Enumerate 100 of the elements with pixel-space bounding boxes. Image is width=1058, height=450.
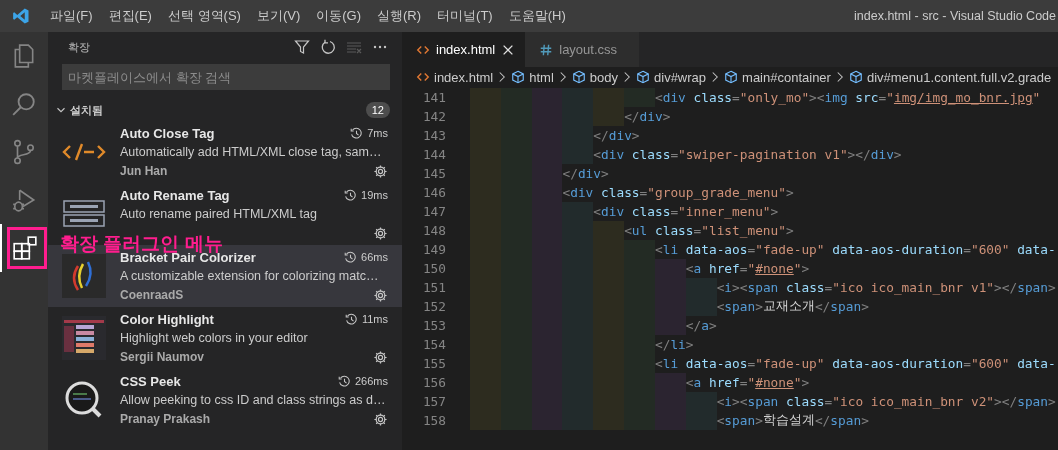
extension-description: Allow peeking to css ID and class strings as d… xyxy=(120,391,387,409)
breadcrumb-item[interactable]: div#menu1.content.full.v2.grade xyxy=(848,69,1052,85)
app-logo-icon[interactable] xyxy=(12,7,30,25)
code-line: <a href="#none"> xyxy=(470,373,810,392)
extension-description: Automatically add HTML/XML close tag, sam… xyxy=(120,143,383,161)
filter-icon[interactable] xyxy=(294,39,310,55)
menu-item[interactable]: 파일(F) xyxy=(42,7,101,25)
section-title[interactable]: 설치됨 xyxy=(70,102,103,118)
breadcrumb-item[interactable]: main#container xyxy=(724,69,831,85)
hash-icon xyxy=(539,42,554,57)
code-line: <div class="inner_menu"> xyxy=(470,202,779,221)
activation-time: 7ms xyxy=(367,127,388,139)
panel-title: 확장 xyxy=(68,39,90,55)
color-swatches-icon xyxy=(62,316,106,360)
cube-icon xyxy=(571,70,586,84)
line-number: 151 xyxy=(421,280,447,295)
tag-logo-icon xyxy=(62,142,106,162)
extension-name: Auto Close Tag xyxy=(120,125,216,141)
line-number: 150 xyxy=(421,261,447,276)
line-number: 141 xyxy=(421,90,447,105)
menu-item[interactable]: 실행(R) xyxy=(369,7,430,25)
extension-name: CSS Peek xyxy=(120,373,182,389)
extensions-icon xyxy=(12,235,38,261)
editor-tab[interactable]: layout.css xyxy=(525,32,640,67)
menu-item[interactable]: 터미널(T) xyxy=(429,7,501,25)
line-number: 155 xyxy=(421,356,447,371)
line-number: 152 xyxy=(421,299,447,314)
count-badge: 12 xyxy=(365,102,390,118)
breadcrumb-item[interactable]: index.html xyxy=(416,69,494,85)
extension-name: Auto Rename Tag xyxy=(120,187,231,203)
extension-description: Highlight web colors in your editor xyxy=(120,329,309,347)
code-line: <a href="#none"> xyxy=(470,259,810,278)
line-number: 143 xyxy=(421,128,447,143)
line-number: 144 xyxy=(421,147,447,162)
line-number: 157 xyxy=(421,394,447,409)
annotation-box xyxy=(7,227,47,269)
code-line: <div class="group_grade_menu"> xyxy=(470,183,794,202)
code-line: <li data-aos="fade-up" data-aos-duration="600" data- xyxy=(470,240,1056,259)
tags-logo-icon xyxy=(62,199,106,229)
cube-icon xyxy=(636,70,650,84)
cube-icon xyxy=(724,70,739,84)
extension-publisher: CoenraadS xyxy=(120,288,184,302)
breadcrumb-item[interactable]: div#wrap xyxy=(636,69,707,85)
settings-icon[interactable] xyxy=(373,411,388,427)
history-icon xyxy=(344,312,358,326)
activation-time: 19ms xyxy=(361,189,388,201)
menu-item[interactable]: 이동(G) xyxy=(308,7,370,25)
code-line: <li data-aos="fade-up" data-aos-duration="600" data- xyxy=(470,354,1056,373)
code-line: </div> xyxy=(470,107,671,126)
line-number: 148 xyxy=(421,223,447,238)
line-number: 146 xyxy=(421,185,447,200)
search-icon xyxy=(11,91,37,117)
settings-icon[interactable] xyxy=(373,287,388,303)
brackets-logo-icon xyxy=(62,254,106,298)
extension-publisher: Pranay Prakash xyxy=(120,412,211,426)
history-icon xyxy=(344,188,358,202)
cube-icon xyxy=(848,70,863,84)
menu-item[interactable]: 보기(V) xyxy=(248,7,309,25)
menu-item[interactable]: 선택 영역(S) xyxy=(159,7,249,25)
activation-time: 11ms xyxy=(361,313,388,325)
settings-icon[interactable] xyxy=(373,225,388,241)
activation-time: 66ms xyxy=(361,251,388,263)
window-title: index.html - src - Visual Studio Code xyxy=(854,9,1057,23)
code-line: <div class="only_mo"><img src="img/img_mo_bnr.jpg" xyxy=(470,88,1041,107)
line-number: 158 xyxy=(421,413,447,428)
search-field[interactable]: 마켓플레이스에서 확장 검색 xyxy=(62,64,390,90)
cube-icon xyxy=(511,70,526,84)
editor-tab[interactable]: index.html xyxy=(402,32,526,67)
breadcrumb-item[interactable]: body xyxy=(571,69,618,85)
code-brackets-icon xyxy=(416,70,430,84)
history-icon xyxy=(350,126,364,140)
extension-publisher: Sergii Naumov xyxy=(120,350,205,364)
refresh-icon[interactable] xyxy=(320,39,336,55)
code-line: <ul class="list_menu"> xyxy=(470,221,794,240)
history-icon xyxy=(344,250,358,264)
line-number: 154 xyxy=(421,337,447,352)
extension-publisher: Jun Han xyxy=(120,164,168,178)
settings-icon[interactable] xyxy=(373,349,388,365)
line-number: 149 xyxy=(421,242,447,257)
line-number: 147 xyxy=(421,204,447,219)
code-line: <span>교재소개</span> xyxy=(470,297,869,316)
source-control-icon xyxy=(11,139,37,165)
line-number: 153 xyxy=(421,318,447,333)
code-line: </div> xyxy=(470,126,640,145)
menu-item[interactable]: 도움말(H) xyxy=(500,7,574,25)
settings-icon[interactable] xyxy=(373,163,388,179)
extension-description: Auto rename paired HTML/XML tag xyxy=(120,205,318,223)
extension-name: Color Highlight xyxy=(120,311,215,327)
code-line: <div class="swiper-pagination v1"></div> xyxy=(470,145,902,164)
line-number: 142 xyxy=(421,109,447,124)
line-number: 156 xyxy=(421,375,447,390)
code-line: </div> xyxy=(470,164,609,183)
code-line: </a> xyxy=(470,316,717,335)
history-icon xyxy=(337,374,351,388)
code-line: <i><span class="ico ico_main_bnr v2"></span> xyxy=(470,392,1056,411)
menu-item[interactable]: 편집(E) xyxy=(100,7,160,25)
extension-description: A customizable extension for colorizing matc… xyxy=(120,267,380,285)
code-line: <i><span class="ico ico_main_bnr v1"></span> xyxy=(470,278,1056,297)
breadcrumb-item[interactable]: html xyxy=(511,69,554,85)
line-number: 145 xyxy=(421,166,447,181)
